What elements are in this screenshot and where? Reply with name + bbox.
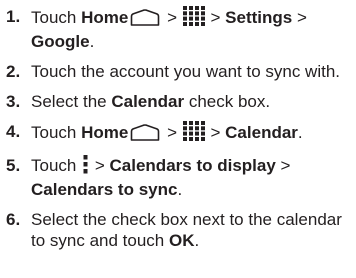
step-3: 3. Select the Calendar check box.	[6, 91, 352, 112]
step-6: 6. Select the check box next to the cale…	[6, 209, 352, 251]
home-icon	[130, 9, 160, 31]
step-text: check box.	[188, 92, 271, 111]
calendar-label: Calendar	[111, 92, 185, 111]
calendar-label: Calendar	[225, 123, 298, 142]
overflow-menu-icon	[83, 155, 88, 179]
separator: >	[296, 8, 307, 27]
apps-grid-icon	[182, 6, 205, 31]
step-number: 6.	[6, 210, 21, 229]
step-text: Touch	[31, 123, 77, 142]
separator: >	[210, 8, 221, 27]
step-5: 5. Touch > Calendars to display > Calend…	[6, 155, 352, 200]
step-text: Touch	[31, 156, 77, 175]
google-label: Google	[31, 32, 90, 51]
calendars-to-sync-label: Calendars to sync	[31, 180, 178, 199]
step-text: Touch the account you want to sync with.	[31, 62, 341, 81]
separator: >	[94, 156, 105, 175]
step-number: 5.	[6, 156, 21, 175]
step-number: 3.	[6, 92, 21, 111]
step-text: Touch	[31, 8, 77, 27]
step-number: 4.	[6, 122, 21, 141]
period: .	[297, 123, 303, 142]
settings-label: Settings	[225, 8, 293, 27]
step-text: Select the	[31, 92, 107, 111]
step-number: 2.	[6, 62, 21, 81]
apps-grid-icon	[182, 121, 205, 146]
step-number: 1.	[6, 7, 21, 26]
step-4: 4. Touch Home > > Calendar.	[6, 121, 352, 146]
ok-label: OK	[169, 231, 195, 250]
separator: >	[167, 123, 178, 142]
calendars-to-display-label: Calendars to display	[109, 156, 276, 175]
period: .	[89, 32, 95, 51]
separator: >	[210, 123, 221, 142]
separator: >	[280, 156, 291, 175]
home-icon	[130, 124, 160, 146]
step-2: 2. Touch the account you want to sync wi…	[6, 61, 352, 82]
instruction-steps: 1. Touch Home > > Settings > Google. 2. …	[6, 6, 352, 260]
step-1: 1. Touch Home > > Settings > Google.	[6, 6, 352, 52]
separator: >	[167, 8, 178, 27]
period: .	[177, 180, 183, 199]
home-label: Home	[81, 8, 129, 27]
home-label: Home	[81, 123, 129, 142]
period: .	[194, 231, 200, 250]
